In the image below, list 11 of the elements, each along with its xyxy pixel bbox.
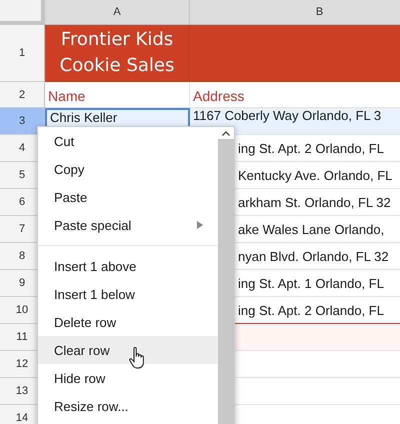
column-header[interactable]: B (190, 0, 400, 25)
menu-item[interactable]: Clear row (38, 336, 218, 364)
table-cell: 1167 Coberly Way Orlando, FL 3 (190, 108, 400, 135)
sheet-title: Frontier Kids Cookie Sales (45, 25, 190, 82)
caret-up-icon[interactable] (222, 130, 230, 136)
row-header[interactable]: 3 (0, 108, 45, 135)
hand-cursor-icon (129, 346, 147, 370)
column-header[interactable]: A (45, 0, 190, 25)
row-header[interactable]: 1 (0, 25, 45, 82)
row-header[interactable]: 2 (0, 82, 45, 108)
select-all-corner[interactable] (0, 0, 45, 25)
